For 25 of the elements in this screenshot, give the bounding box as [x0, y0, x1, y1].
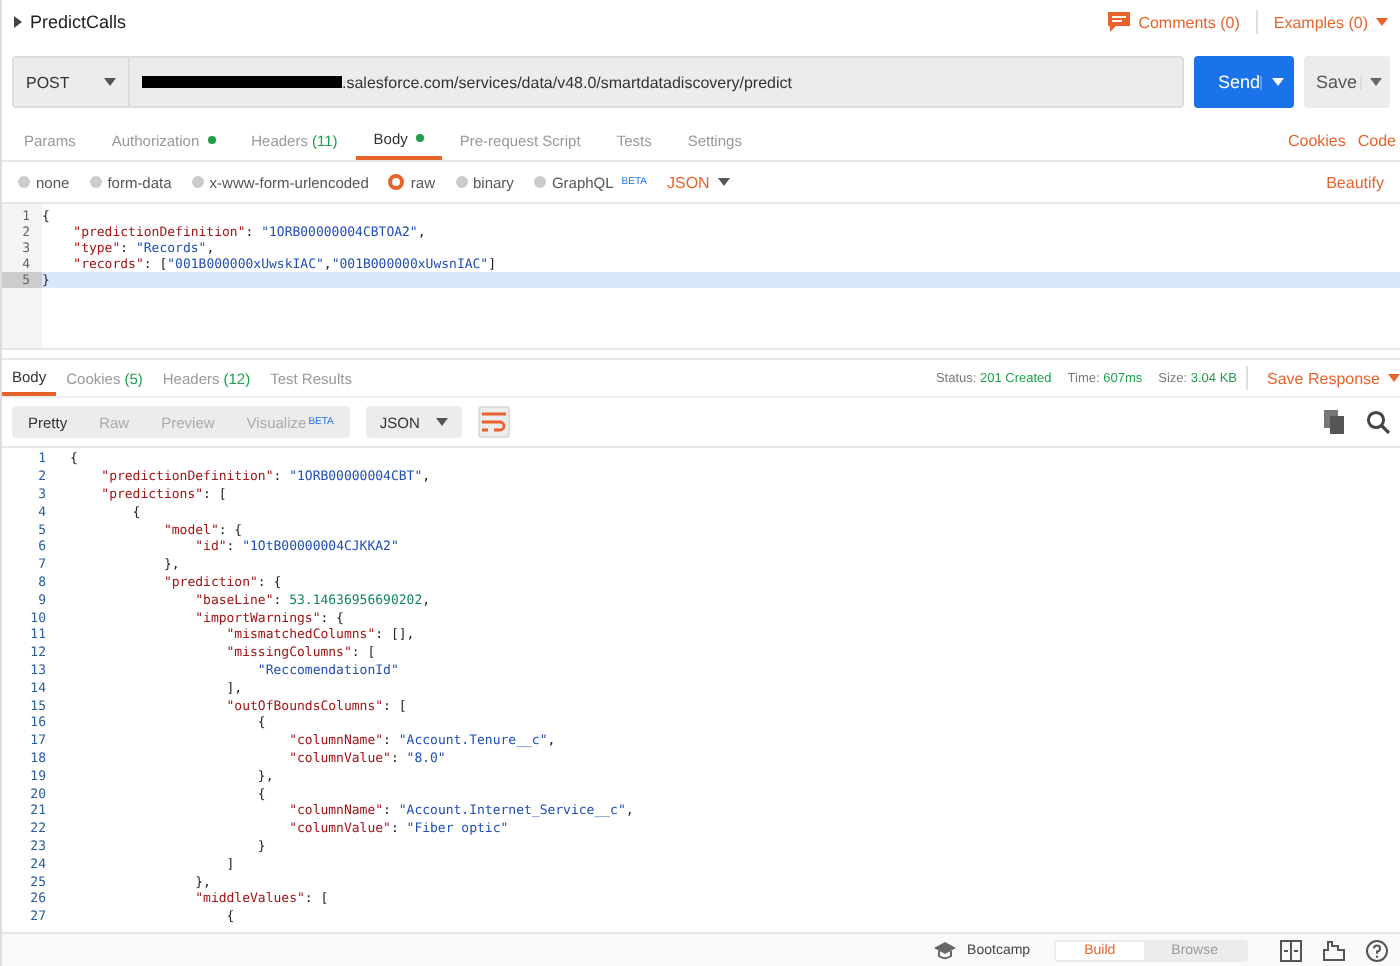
two-pane-icon[interactable] — [1280, 939, 1302, 961]
send-button[interactable]: Send — [1194, 56, 1294, 108]
examples-link[interactable]: Examples (0) — [1273, 13, 1368, 31]
runner-icon[interactable] — [1322, 939, 1346, 961]
request-title: PredictCalls — [30, 12, 127, 32]
search-icon[interactable] — [1366, 410, 1390, 434]
caret-icon[interactable] — [435, 418, 448, 426]
caret-icon[interactable] — [1272, 77, 1285, 85]
request-link[interactable]: Cookies — [1275, 131, 1346, 149]
caret-icon[interactable] — [717, 178, 730, 186]
wrap-lines-button[interactable] — [477, 406, 510, 438]
comments-link[interactable]: Comments (0) — [1138, 13, 1240, 31]
copy-icon[interactable] — [1324, 410, 1346, 434]
help-icon[interactable] — [1366, 939, 1388, 961]
save-button[interactable]: Save — [1304, 56, 1390, 108]
save-response-dropdown[interactable]: Save Response — [1255, 369, 1400, 387]
caret-icon[interactable] — [1388, 374, 1400, 382]
format-dropdown[interactable]: JSON — [667, 173, 730, 191]
caret-icon[interactable] — [1370, 77, 1382, 85]
graduation-cap-icon[interactable] — [933, 941, 956, 959]
expand-caret-icon[interactable] — [14, 16, 22, 28]
beautify-link[interactable]: Beautify — [1314, 173, 1384, 191]
request-link[interactable]: Code — [1345, 131, 1396, 149]
caret-icon[interactable] — [1376, 18, 1388, 26]
comment-icon[interactable] — [1108, 12, 1131, 32]
